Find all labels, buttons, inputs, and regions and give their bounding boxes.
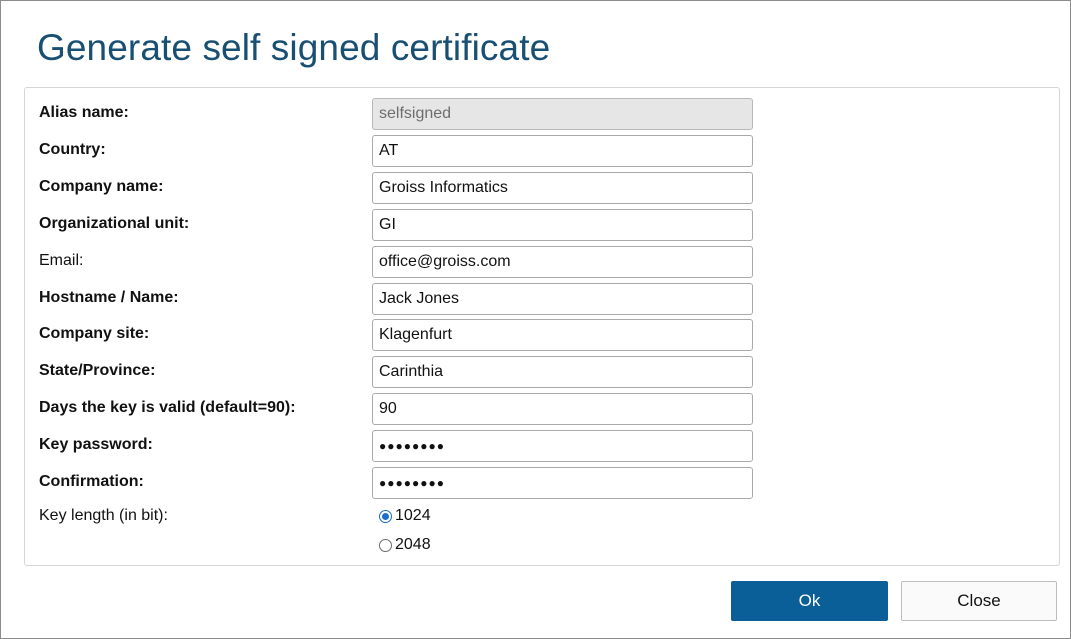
org-unit-input[interactable] <box>372 209 753 241</box>
hostname-input[interactable] <box>372 283 753 315</box>
days-valid-label: Days the key is valid (default=90): <box>39 399 296 416</box>
key-password-label: Key password: <box>39 436 153 453</box>
company-site-label: Company site: <box>39 325 150 342</box>
state-input[interactable] <box>372 356 753 388</box>
radio-1024-label: 1024 <box>395 507 431 524</box>
key-password-input[interactable] <box>372 430 753 462</box>
certificate-dialog: Generate self signed certificate Alias n… <box>0 0 1071 639</box>
radio-option-2048[interactable]: 2048 <box>379 534 431 556</box>
dialog-title: Generate self signed certificate <box>37 27 551 68</box>
email-label: Email: <box>39 252 84 269</box>
alias-label: Alias name: <box>39 104 129 121</box>
hostname-label: Hostname / Name: <box>39 289 179 306</box>
country-input[interactable] <box>372 135 753 167</box>
ok-button[interactable]: Ok <box>731 581 888 621</box>
company-site-input[interactable] <box>372 319 753 351</box>
state-label: State/Province: <box>39 362 156 379</box>
days-valid-input[interactable] <box>372 393 753 425</box>
radio-1024-control[interactable] <box>379 509 392 523</box>
confirmation-input[interactable] <box>372 467 753 499</box>
country-label: Country: <box>39 141 106 158</box>
key-length-label: Key length (in bit): <box>39 507 168 524</box>
confirmation-label: Confirmation: <box>39 473 144 490</box>
close-button[interactable]: Close <box>901 581 1057 621</box>
org-unit-label: Organizational unit: <box>39 215 190 232</box>
company-name-label: Company name: <box>39 178 164 195</box>
company-name-input[interactable] <box>372 172 753 204</box>
radio-2048-control[interactable] <box>379 538 392 552</box>
alias-input <box>372 98 753 130</box>
radio-2048-label: 2048 <box>395 536 431 553</box>
email-input[interactable] <box>372 246 753 278</box>
radio-option-1024[interactable]: 1024 <box>379 505 431 527</box>
